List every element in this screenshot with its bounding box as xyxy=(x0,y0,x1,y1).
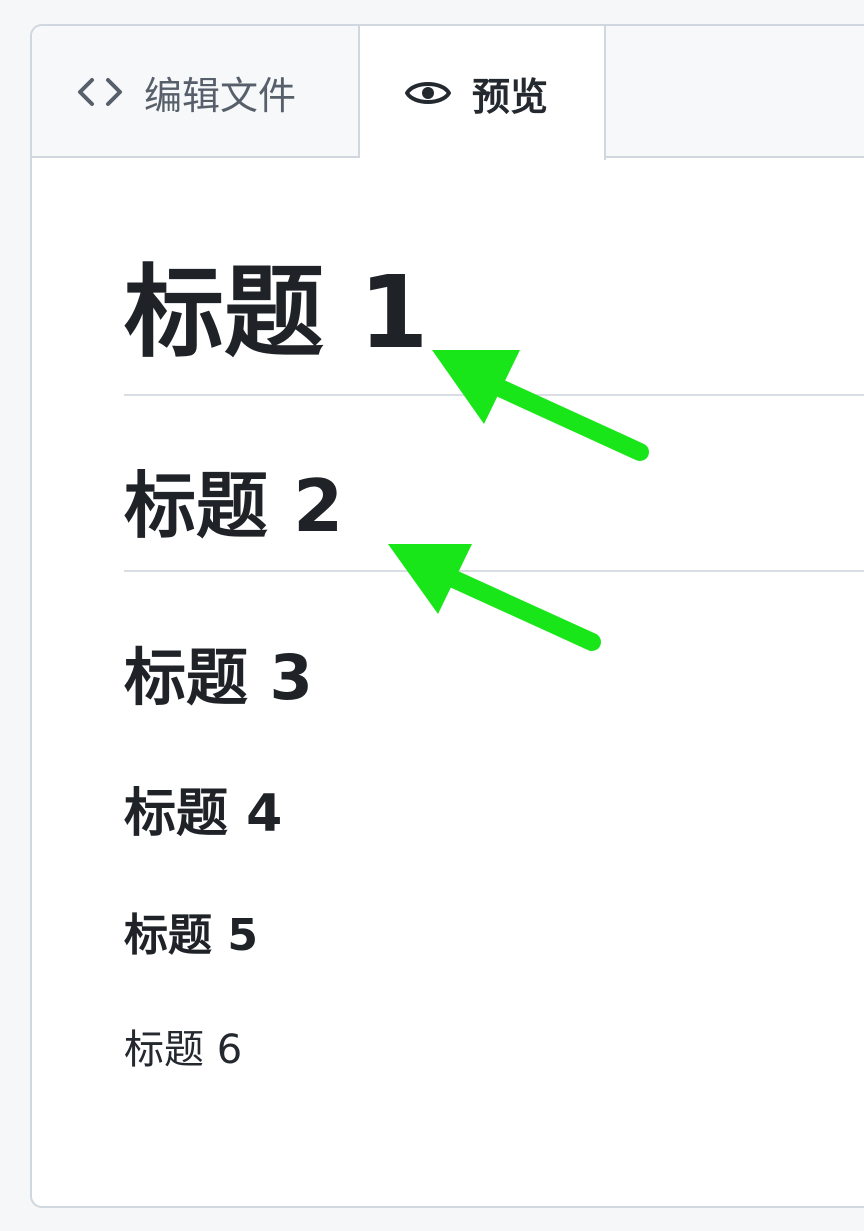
eye-icon xyxy=(404,75,452,111)
markdown-preview-panel: 编辑文件 预览 标题 1 标题 2 标题 3 标题 4 标题 5 标题 6 xyxy=(30,24,864,1208)
heading-1-underline xyxy=(124,394,864,396)
heading-6: 标题 6 xyxy=(124,1027,243,1073)
heading-2: 标题 2 xyxy=(124,464,344,548)
tab-edit-file-label: 编辑文件 xyxy=(144,73,297,118)
heading-4: 标题 4 xyxy=(124,784,283,844)
heading-5: 标题 5 xyxy=(124,910,258,961)
tab-edit-file[interactable]: 编辑文件 xyxy=(32,26,360,158)
code-icon xyxy=(76,74,124,110)
heading-1: 标题 1 xyxy=(124,254,429,371)
heading-3: 标题 3 xyxy=(124,641,313,714)
tab-preview[interactable]: 预览 xyxy=(360,26,606,160)
heading-2-underline xyxy=(124,570,864,572)
tab-bar: 编辑文件 预览 xyxy=(32,26,864,160)
tab-preview-label: 预览 xyxy=(472,74,549,119)
